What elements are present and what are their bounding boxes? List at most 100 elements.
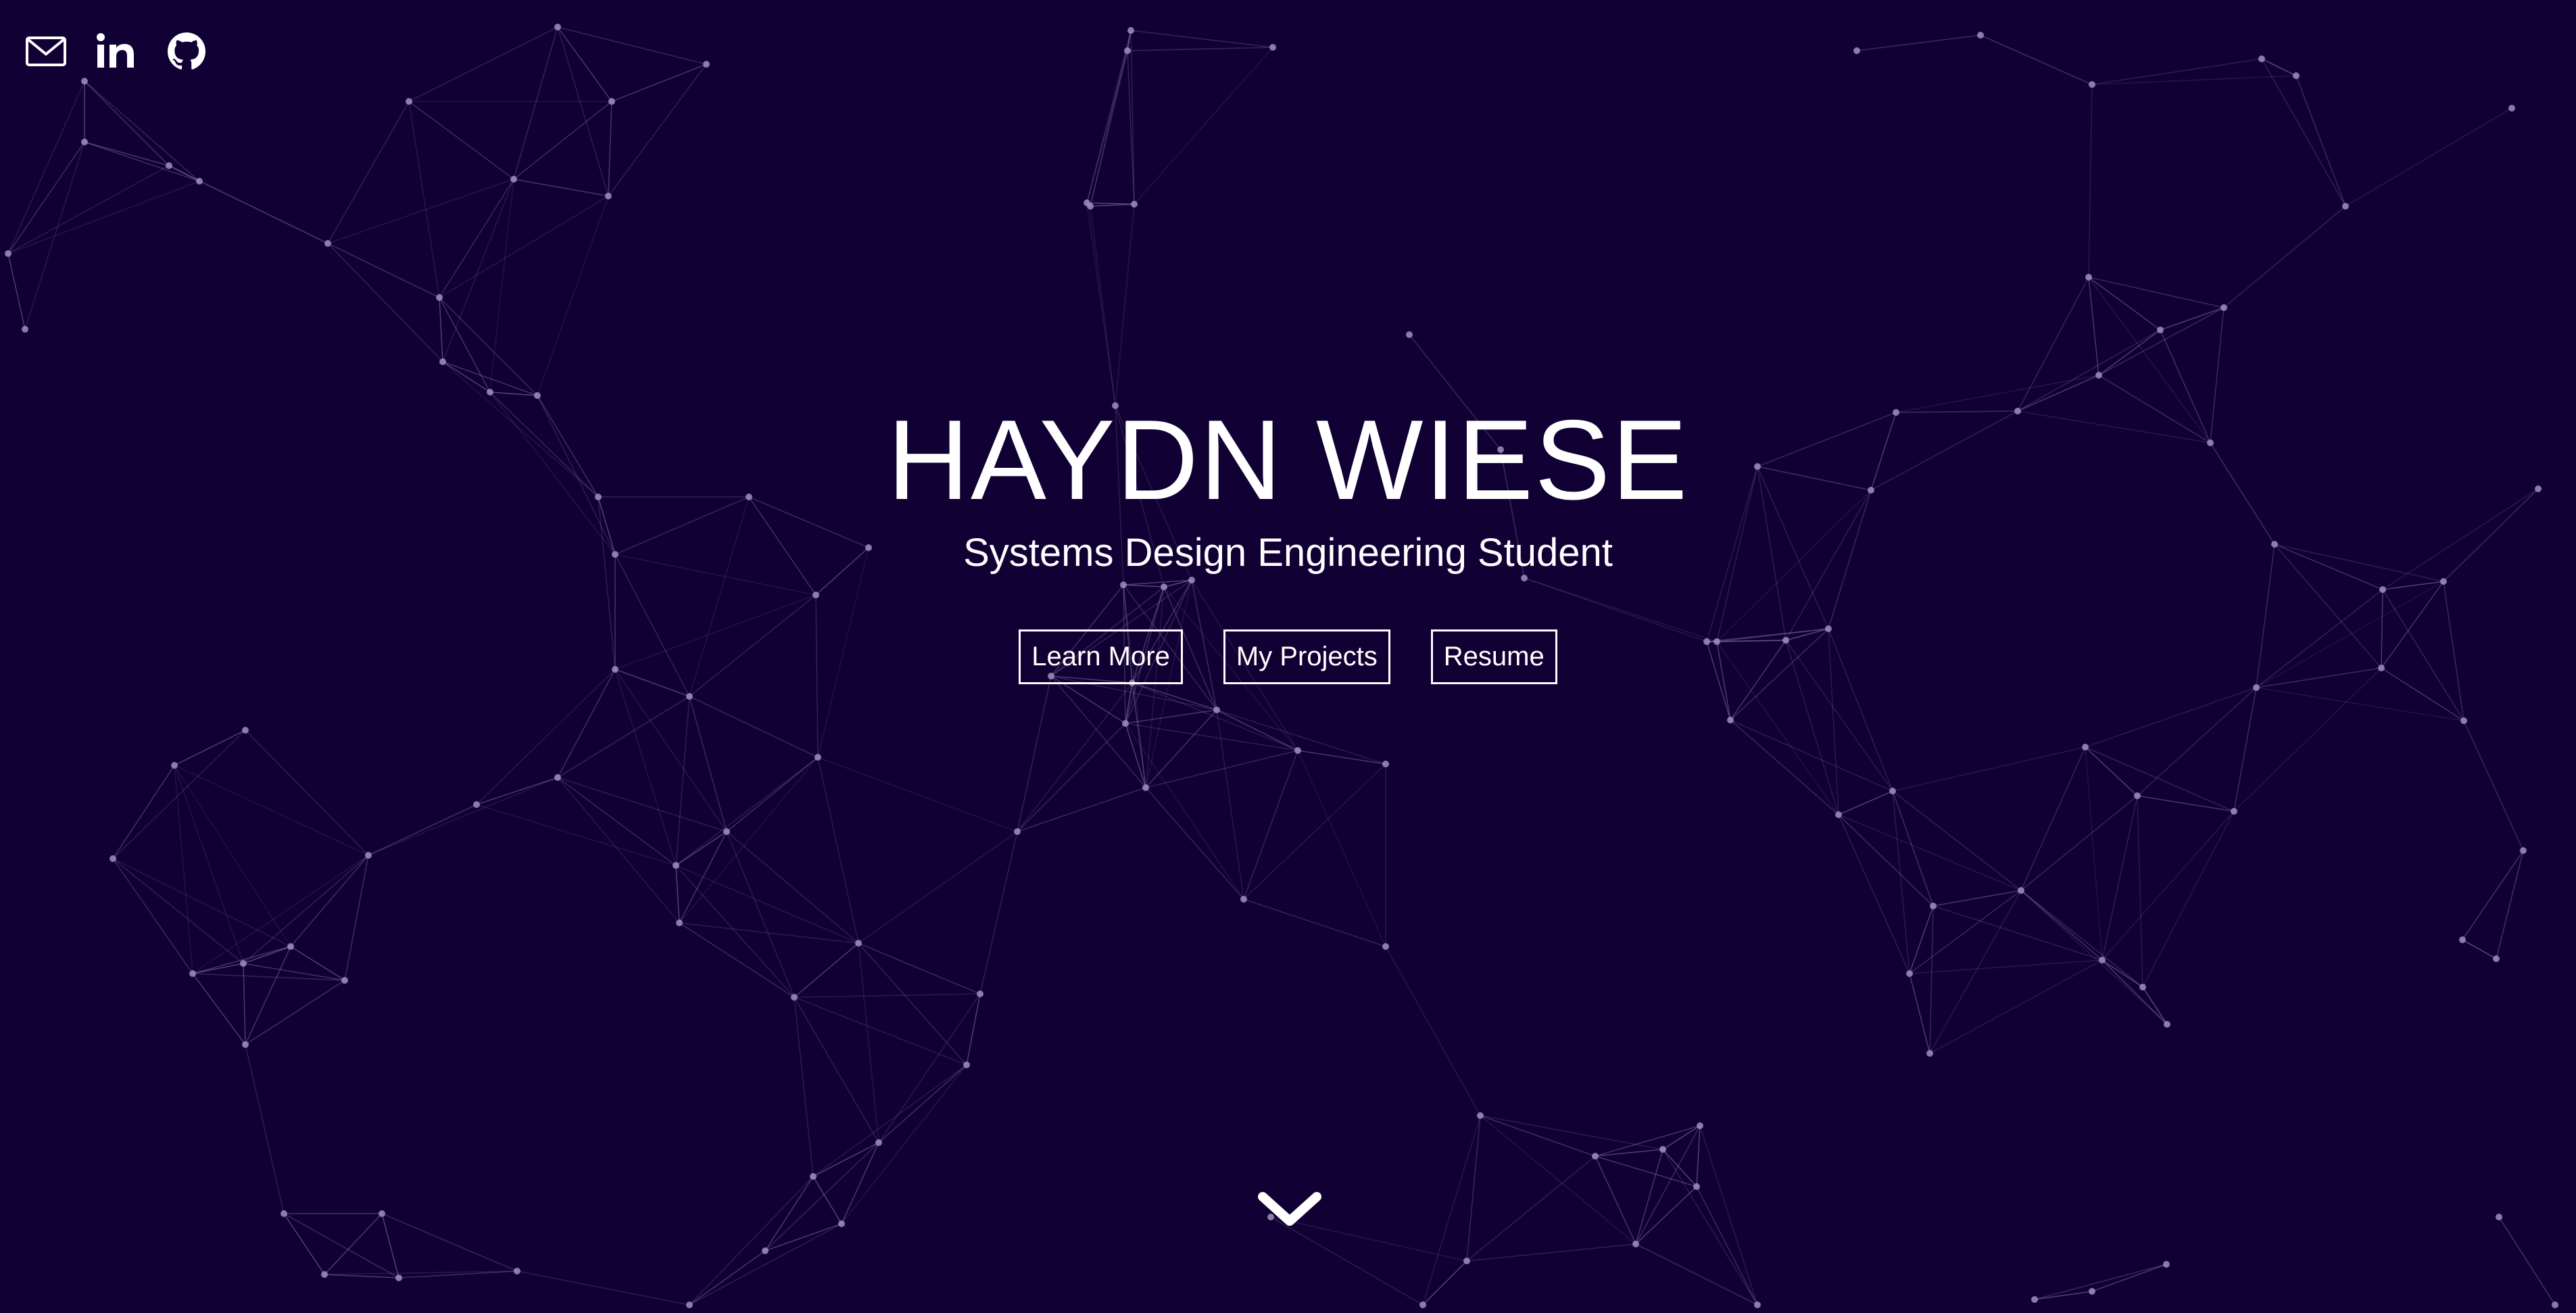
particle-link	[1132, 682, 1217, 711]
particle-dot	[855, 940, 862, 947]
particle-dot	[189, 970, 196, 977]
particle-link	[368, 777, 558, 856]
github-icon	[168, 32, 205, 70]
particle-dot	[166, 162, 172, 169]
particle-link	[199, 181, 329, 244]
particle-link	[1838, 814, 1910, 974]
particle-link	[679, 757, 819, 924]
particle-link	[2085, 746, 2103, 961]
particle-link	[1909, 973, 1930, 1054]
my-projects-button[interactable]: My Projects	[1223, 629, 1390, 684]
particle-link	[7, 141, 85, 254]
particle-link	[442, 361, 491, 393]
particle-link	[1595, 1155, 1636, 1245]
particle-dot	[1906, 970, 1913, 977]
particle-dot	[2099, 957, 2106, 963]
particle-link	[513, 26, 558, 180]
linkedin-icon	[97, 33, 134, 68]
particle-dot	[2493, 955, 2500, 962]
particle-dot	[365, 852, 372, 859]
particle-link	[675, 696, 690, 866]
particle-dot	[1977, 32, 1984, 39]
particle-link	[112, 765, 175, 859]
particle-link	[7, 253, 26, 330]
particle-link	[1125, 723, 1244, 900]
particle-link	[1909, 959, 2103, 974]
particle-link	[812, 1176, 842, 1224]
particle-link	[1595, 1125, 1701, 1157]
particle-link	[1145, 787, 1244, 900]
particle-link	[84, 141, 170, 166]
email-link[interactable]	[24, 30, 68, 73]
particle-dot	[762, 1247, 769, 1254]
particle-link	[84, 141, 200, 182]
particle-link	[689, 696, 819, 758]
particle-link	[2463, 720, 2524, 851]
particle-link	[675, 831, 727, 866]
particle-link	[557, 777, 727, 832]
scroll-down-button[interactable]	[1256, 1187, 1323, 1231]
particle-dot	[2520, 847, 2527, 854]
particle-dot	[395, 1274, 402, 1281]
particle-link	[689, 1250, 766, 1306]
particle-dot	[1294, 747, 1301, 754]
particle-link	[608, 101, 612, 197]
particle-link	[2098, 329, 2161, 376]
particle-link	[557, 777, 677, 866]
particle-dot	[1889, 788, 1896, 794]
particle-dot	[2231, 808, 2237, 815]
particle-dot	[723, 828, 730, 835]
particle-link	[324, 1274, 399, 1279]
particle-link	[878, 993, 981, 1143]
particle-dot	[324, 240, 331, 247]
particle-link	[1696, 1186, 1758, 1306]
hero-subtitle: Systems Design Engineering Student	[963, 531, 1613, 575]
particle-link	[2137, 687, 2257, 796]
particle-link	[1134, 47, 1273, 205]
particle-dot	[5, 250, 11, 257]
mail-icon	[26, 37, 66, 66]
particle-link	[1635, 1186, 1697, 1245]
particle-dot	[977, 990, 983, 997]
particle-link	[1297, 750, 1386, 947]
particle-dot	[1477, 1112, 1484, 1119]
particle-dot	[686, 693, 693, 700]
particle-link	[368, 804, 477, 856]
particle-link	[439, 297, 538, 396]
particle-dot	[1693, 1183, 1700, 1190]
particle-dot	[242, 727, 249, 734]
particle-dot	[1463, 1258, 1470, 1264]
particle-dot	[487, 389, 493, 396]
particle-link	[1017, 675, 1052, 832]
particle-link	[1929, 905, 1934, 1054]
particle-link	[439, 297, 491, 393]
linkedin-link[interactable]	[95, 30, 138, 73]
particle-dot	[605, 193, 612, 199]
particle-link	[2020, 890, 2143, 988]
particle-dot	[1659, 1146, 1666, 1153]
particle-link	[841, 1064, 967, 1224]
particle-dot	[287, 943, 294, 950]
particle-dot	[2157, 327, 2164, 333]
github-link[interactable]	[165, 30, 208, 73]
particle-link	[2261, 58, 2346, 207]
particle-link	[1216, 709, 1386, 765]
particle-link	[675, 865, 795, 998]
particle-link	[1125, 709, 1217, 724]
resume-button[interactable]: Resume	[1430, 629, 1557, 684]
learn-more-button[interactable]: Learn More	[1019, 629, 1183, 684]
particle-link	[2098, 307, 2225, 376]
particle-link	[7, 80, 85, 254]
particle-dot	[240, 960, 247, 967]
particle-link	[513, 101, 612, 180]
particle-link	[2462, 850, 2524, 940]
particle-link	[1856, 34, 1981, 51]
particle-link	[2091, 1264, 2167, 1292]
particle-dot	[2018, 887, 2024, 894]
particle-link	[344, 855, 369, 981]
particle-link	[817, 757, 1018, 832]
particle-dot	[439, 358, 446, 365]
particle-link	[174, 765, 244, 964]
particle-link	[245, 730, 369, 856]
particle-dot	[1382, 761, 1389, 767]
